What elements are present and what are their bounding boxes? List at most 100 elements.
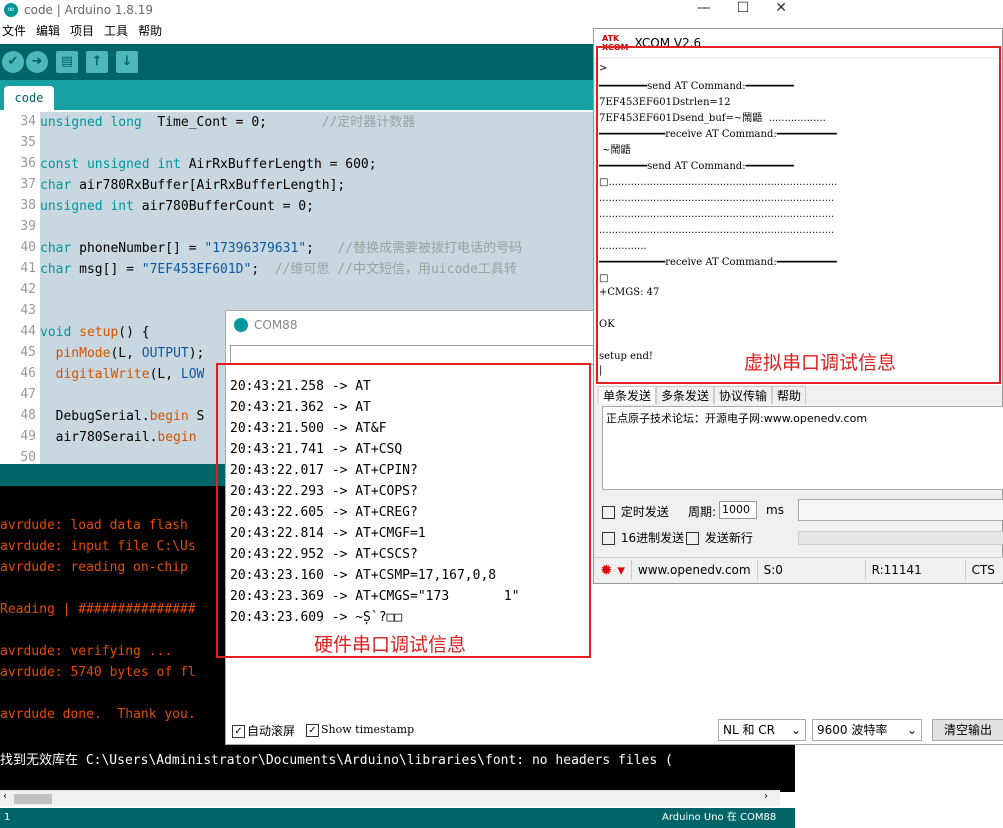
menu-tools[interactable]: 工具 [104,22,128,42]
close-icon[interactable]: ✕ [775,0,787,16]
xcom-receive-line: ━━━━━━━━send AT Command:━━━━━━━━ [599,161,794,172]
checkbox-unchecked-icon[interactable] [602,532,615,545]
xcom-receive-line: ━━━━━━━━━━━receive AT Command:━━━━━━━━━━ [599,129,837,140]
virtual-serial-annotation: 虚拟串口调试信息 [744,352,897,374]
send-button[interactable] [798,499,1003,521]
minimize-icon[interactable]: — [697,0,711,16]
period-input[interactable]: 1000 [719,501,757,519]
xcom-receive-line: ........................................… [599,225,835,236]
menu-help[interactable]: 帮助 [138,22,162,42]
line-number: 46 [20,366,36,381]
code-line[interactable]: char phoneNumber[] = "17396379631"; //替换… [40,238,600,259]
console-horizontal-scrollbar[interactable]: ‹ › [0,790,780,806]
serial-log-line: 20:43:22.814 -> AT+CMGF=1 [230,526,426,541]
xcom-send-input[interactable]: 正点原子技术论坛：开源电子网:www.openedv.com [602,406,1003,490]
code-line[interactable]: char air780RxBuffer[AirRxBufferLength]; [40,175,600,196]
code-line[interactable]: unsigned long Time_Cont = 0; //定时器计数器 [40,112,600,133]
xcom-receive-line: +CMGS: 47 [599,287,660,298]
line-number: 41 [20,261,36,276]
xcom-receive-line: ........................................… [599,193,835,204]
line-number: 42 [20,282,36,297]
hex-send-checkbox[interactable]: 16进制发送 [602,529,684,546]
ms-label: ms [766,503,784,517]
arduino-titlebar: ∞ code | Arduino 1.8.19 — ☐ ✕ [0,0,795,20]
line-number: 45 [20,345,36,360]
checkbox-checked-icon[interactable]: ✓ [306,723,319,737]
serial-log-line: 20:43:21.741 -> AT+CSQ [230,442,403,457]
clear-output-button[interactable]: 清空输出 [932,719,1003,741]
hex-send-label: 16进制发送 [620,531,685,545]
status-cts: CTS [971,562,995,577]
arduino-statusbar: 1 Arduino Uno 在 COM88 [0,808,795,828]
tab-single-send[interactable]: 单条发送 [598,386,657,404]
line-number: 38 [20,198,36,213]
tab-multi-send[interactable]: 多条发送 [656,386,715,404]
menu-file[interactable]: 文件 [2,22,26,42]
tab-help[interactable]: 帮助 [772,386,807,404]
status-site-link[interactable]: www.openedv.com [632,559,758,580]
new-button[interactable]: ▤ [56,51,78,73]
chevron-down-icon: ⌄ [790,723,801,737]
maximize-icon[interactable]: ☐ [737,0,750,16]
arduino-logo-icon [234,318,248,332]
line-number: 39 [20,219,36,234]
gear-icon[interactable]: ✹ ▾ [594,559,632,580]
serial-log-line: 20:43:22.605 -> AT+CREG? [230,505,418,520]
scroll-right-icon[interactable]: › [764,791,768,802]
save-button[interactable]: ↓ [116,51,138,73]
upload-button[interactable]: ➜ [26,51,48,73]
menu-sketch[interactable]: 项目 [70,22,94,42]
hardware-serial-annotation: 硬件串口调试信息 [314,634,467,656]
tab-protocol[interactable]: 协议传输 [714,386,773,404]
timestamp-checkbox[interactable]: ✓ Show timestamp [306,723,414,737]
xcom-receive-area[interactable]: > ━━━━━━━━send AT Command:━━━━━━━━ 7EF453E… [596,59,1002,385]
serial-log-line: 20:43:21.258 -> AT [230,379,371,394]
verify-button[interactable]: ✔ [2,51,24,73]
alientek-logo-icon: ATK XCOM [602,34,629,52]
line-number: 35 [20,135,36,150]
line-number: 34 [20,114,36,129]
status-board-port: Arduino Uno 在 COM88 [662,812,777,823]
xcom-receive-line: 7EF453EF601Dstrlen=12 [599,97,731,108]
open-button[interactable]: ↑ [86,51,108,73]
code-line[interactable] [40,217,600,238]
status-line-number: 1 [4,812,11,823]
code-line[interactable]: unsigned int air780BufferCount = 0; [40,196,600,217]
line-number: 43 [20,303,36,318]
code-line[interactable] [40,280,600,301]
line-ending-value: NL 和 CR [723,723,776,737]
period-label: 周期: [688,505,717,519]
scrollbar-thumb[interactable] [14,794,52,804]
xcom-receive-line: □ [599,273,609,284]
scroll-left-icon[interactable]: ‹ [3,791,7,802]
checkbox-checked-icon[interactable]: ✓ [232,724,245,738]
serial-log-line: 20:43:21.362 -> AT [230,400,371,415]
xcom-window: ATK XCOM XCOM V2.6 > ━━━━━━━━send AT Comma… [593,28,1003,584]
serial-log-line: 20:43:23.160 -> AT+CSMP=17,167,0,8 [230,568,497,583]
xcom-receive-line: OK [599,319,615,330]
line-number: 44 [20,324,36,339]
menu-edit[interactable]: 编辑 [36,22,60,42]
tab-code[interactable]: code [4,86,54,110]
serial-log-line: 20:43:23.609 -> ~Ș`?□□ [230,610,403,625]
line-number: 36 [20,156,36,171]
line-number: 40 [20,240,36,255]
line-number: 48 [20,408,36,423]
code-line[interactable] [40,133,600,154]
serial-log-line: 20:43:23.369 -> AT+CMGS="173 1" [230,589,520,604]
checkbox-unchecked-icon[interactable] [686,532,699,545]
console-line: avrdude: load data flash [0,518,188,533]
autoscroll-checkbox[interactable]: ✓ 自动滚屏 [232,722,295,739]
xcom-receive-line: > [599,63,608,74]
serial-monitor-title: COM88 [254,318,298,332]
baud-rate-select[interactable]: 9600 波特率 ⌄ [812,719,922,741]
line-ending-select[interactable]: NL 和 CR ⌄ [718,719,806,741]
serial-log-line: 20:43:22.017 -> AT+CPIN? [230,463,418,478]
checkbox-unchecked-icon[interactable] [602,506,615,519]
code-line[interactable]: const unsigned int AirRxBufferLength = 6… [40,154,600,175]
code-line[interactable]: char msg[] = "7EF453EF601D"; //维可思 //中文短… [40,259,600,280]
newline-checkbox[interactable]: 发送新行 [686,529,753,546]
autoscroll-label: 自动滚屏 [247,723,296,738]
console-line: 找到无效库在 C:\Users\Administrator\Documents\… [0,753,673,768]
timed-send-checkbox[interactable]: 定时发送 [602,503,669,520]
